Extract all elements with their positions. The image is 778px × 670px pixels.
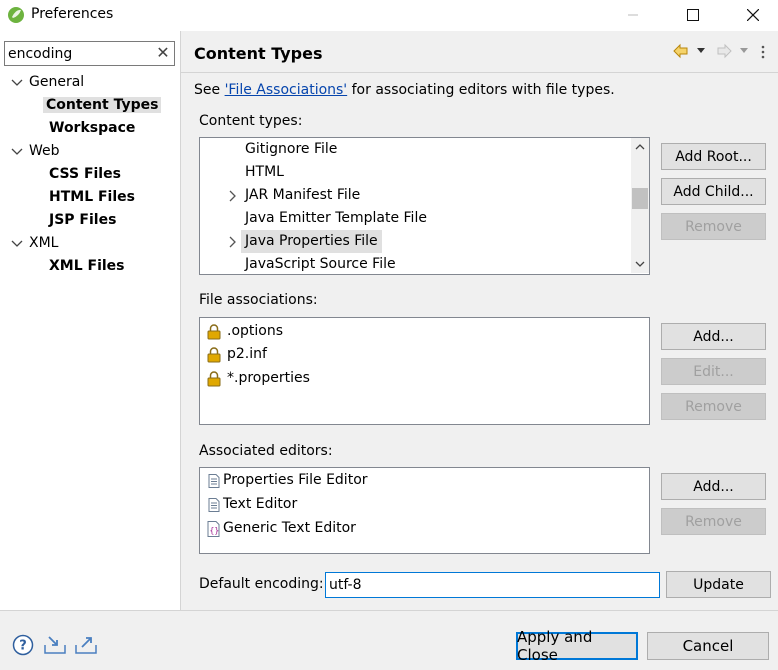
hint-prefix: See — [194, 82, 225, 98]
content-type-label: Java Emitter Template File — [245, 210, 427, 226]
file-associations-link[interactable]: 'File Associations' — [225, 82, 348, 98]
svg-text:{}: {} — [210, 526, 220, 535]
tree-item-jsp-files[interactable]: JSP Files — [49, 210, 116, 231]
tree-item-label: XML — [29, 235, 59, 251]
tree-item-label: Workspace — [49, 120, 136, 136]
tree-item-label: Content Types — [43, 97, 162, 113]
content-types-scrollbar[interactable] — [631, 138, 649, 273]
document-icon — [208, 474, 220, 488]
apply-and-close-button[interactable]: Apply and Close — [516, 628, 638, 664]
default-encoding-label: Default encoding: — [199, 576, 324, 592]
add-root-button[interactable]: Add Root... — [661, 143, 766, 170]
tree-item-label: General — [29, 74, 85, 90]
minimize-button[interactable] — [610, 0, 656, 30]
content-types-label: Content types: — [199, 113, 303, 129]
page-title: Content Types — [194, 44, 323, 63]
content-type-item-selected[interactable]: Java Properties File — [200, 230, 630, 253]
content-types-tree[interactable]: Gitignore File HTML JAR Manifest File Ja… — [199, 137, 650, 275]
document-icon — [208, 498, 220, 512]
lock-icon — [207, 347, 221, 363]
tree-item-html-files[interactable]: HTML Files — [49, 187, 135, 208]
tree-item-workspace[interactable]: Workspace — [49, 118, 135, 139]
file-associations-hint: See 'File Associations' for associating … — [194, 82, 615, 98]
view-menu-icon[interactable] — [760, 44, 766, 60]
associated-editors-list[interactable]: Properties File Editor Text Editor {} Ge… — [199, 467, 650, 554]
help-icon[interactable]: ? — [12, 634, 34, 656]
file-association-label: p2.inf — [227, 346, 267, 362]
import-icon[interactable] — [43, 633, 67, 655]
chevron-down-icon — [11, 240, 23, 247]
tree-item-xml-files[interactable]: XML Files — [49, 256, 125, 277]
scroll-down-icon[interactable] — [635, 261, 645, 268]
file-associations-label: File associations: — [199, 292, 318, 308]
filter-field[interactable]: ✕ — [4, 41, 175, 66]
filter-input[interactable] — [8, 44, 148, 63]
generic-editor-icon: {} — [207, 521, 220, 537]
content-type-label: HTML — [245, 164, 284, 180]
update-button[interactable]: Update — [666, 571, 771, 598]
file-associations-list[interactable]: .options p2.inf *.properties — [199, 317, 650, 425]
chevron-right-icon[interactable] — [228, 236, 236, 248]
forward-dropdown-icon[interactable] — [739, 47, 749, 55]
title-bar — [0, 0, 778, 31]
minimize-icon — [628, 14, 638, 16]
tree-item-label: JSP Files — [49, 212, 117, 228]
header-divider — [181, 72, 778, 73]
edit-association-button[interactable]: Edit... — [661, 358, 766, 385]
default-encoding-input[interactable] — [329, 575, 649, 595]
chevron-down-icon — [11, 79, 23, 86]
app-logo-icon — [7, 6, 25, 24]
tree-item-label: XML Files — [49, 258, 125, 274]
scrollbar-thumb[interactable] — [632, 188, 648, 209]
editor-label: Text Editor — [223, 496, 298, 512]
svg-text:?: ? — [19, 639, 27, 654]
add-association-button[interactable]: Add... — [661, 323, 766, 350]
editor-label: Generic Text Editor — [223, 520, 356, 536]
remove-content-type-button[interactable]: Remove — [661, 213, 766, 240]
scroll-up-icon[interactable] — [635, 143, 645, 150]
forward-arrow-icon[interactable] — [715, 42, 733, 60]
default-encoding-field[interactable] — [325, 572, 660, 598]
back-arrow-icon[interactable] — [672, 42, 690, 60]
content-type-item[interactable]: JAR Manifest File — [200, 184, 630, 207]
window-title: Preferences — [31, 6, 114, 22]
content-type-label: Gitignore File — [245, 141, 338, 157]
close-button[interactable] — [730, 0, 776, 30]
remove-association-button[interactable]: Remove — [661, 393, 766, 420]
tree-item-label: CSS Files — [49, 166, 121, 182]
clear-filter-icon[interactable]: ✕ — [155, 45, 171, 61]
cancel-button[interactable]: Cancel — [647, 632, 769, 660]
remove-editor-button[interactable]: Remove — [661, 508, 766, 535]
content-type-label: JavaScript Source File — [245, 256, 396, 272]
hint-suffix: for associating editors with file types. — [347, 82, 615, 98]
editor-item[interactable]: Properties File Editor — [200, 469, 649, 492]
add-child-button[interactable]: Add Child... — [661, 178, 766, 205]
editor-item[interactable]: Text Editor — [200, 493, 649, 516]
close-icon — [747, 9, 759, 21]
file-association-label: .options — [227, 323, 284, 339]
editor-label: Properties File Editor — [223, 472, 368, 488]
tree-item-css-files[interactable]: CSS Files — [49, 164, 121, 185]
editor-item[interactable]: {} Generic Text Editor — [200, 517, 649, 540]
chevron-down-icon — [11, 148, 23, 155]
maximize-button[interactable] — [670, 0, 716, 30]
file-association-item[interactable]: p2.inf — [200, 343, 649, 366]
file-association-item[interactable]: .options — [200, 320, 649, 343]
associated-editors-label: Associated editors: — [199, 443, 333, 459]
content-type-label: JAR Manifest File — [245, 187, 361, 203]
chevron-right-icon[interactable] — [228, 190, 236, 202]
tree-item-label: Web — [29, 143, 60, 159]
lock-icon — [207, 371, 221, 387]
add-editor-button[interactable]: Add... — [661, 473, 766, 500]
file-association-label: *.properties — [227, 370, 310, 386]
back-dropdown-icon[interactable] — [696, 47, 706, 55]
file-association-item[interactable]: *.properties — [200, 367, 649, 390]
content-type-label: Java Properties File — [241, 230, 382, 253]
tree-item-label: HTML Files — [49, 189, 135, 205]
maximize-icon — [687, 9, 699, 21]
tree-item-content-types[interactable]: Content Types — [43, 95, 164, 116]
lock-icon — [207, 324, 221, 340]
export-icon[interactable] — [74, 633, 98, 655]
